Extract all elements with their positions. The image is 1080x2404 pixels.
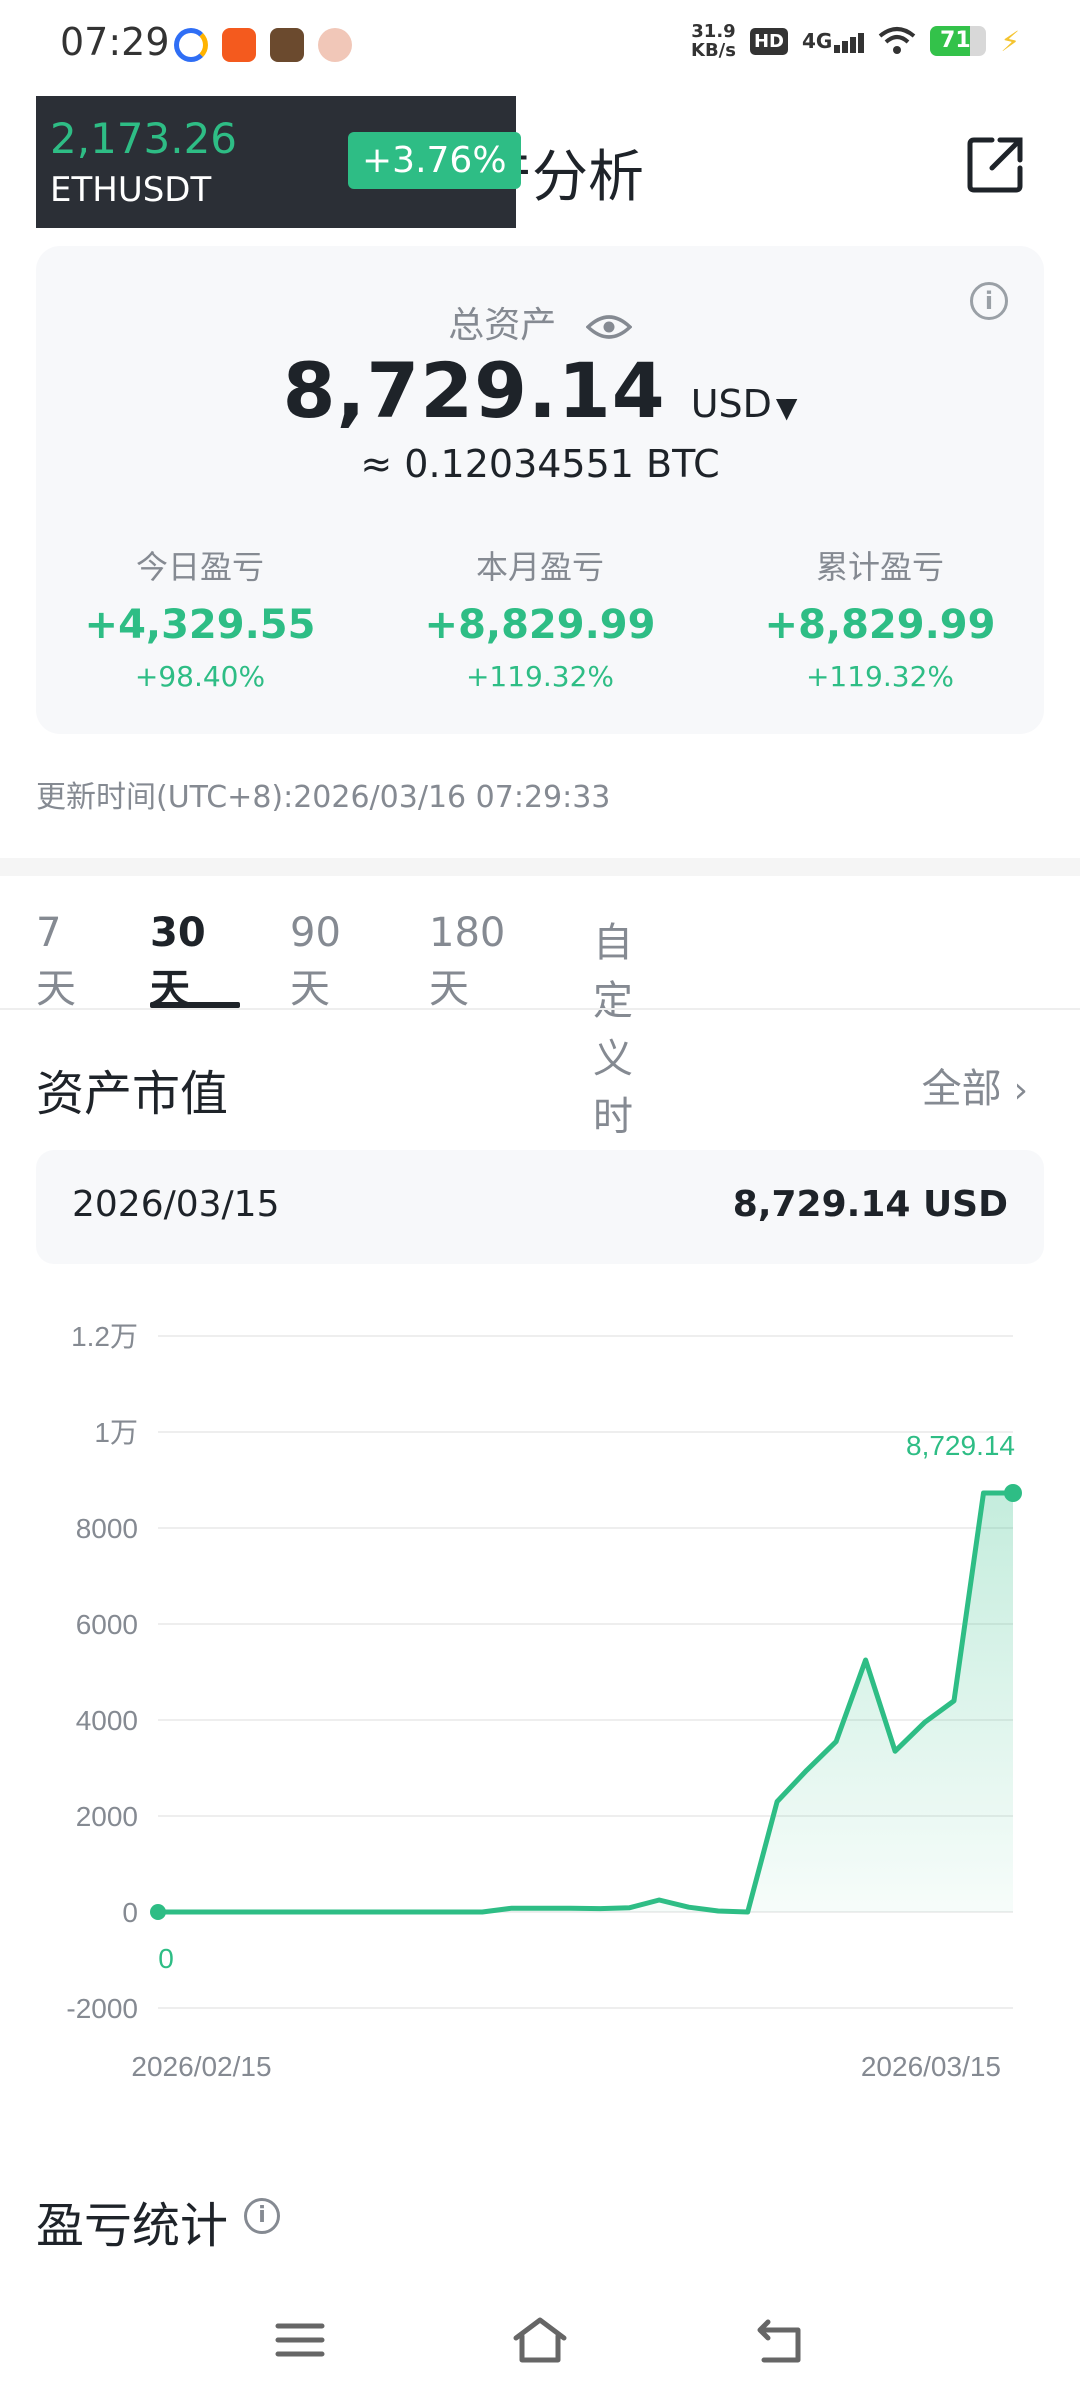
- system-nav-bar: [0, 2290, 1080, 2404]
- y-tick-label: 4000: [76, 1705, 138, 1736]
- pnl-cumulative: 累计盈亏 +8,829.99 +119.32%: [720, 542, 1040, 693]
- ticker-price: 2,173.26: [50, 114, 238, 163]
- caret-down-icon: ▼: [775, 391, 798, 424]
- tabs-divider: [0, 1008, 1080, 1010]
- btc-equivalent: ≈ 0.12034551 BTC: [360, 442, 720, 486]
- y-tick-label: -2000: [66, 1993, 138, 2024]
- back-icon[interactable]: [750, 2310, 810, 2370]
- battery-icon: 71: [930, 26, 987, 56]
- y-tick-label: 8000: [76, 1513, 138, 1544]
- app-notification-icon: [270, 28, 304, 62]
- x-tick-label: 2026/03/15: [861, 2051, 1001, 2082]
- info-icon[interactable]: i: [244, 2198, 280, 2234]
- ticker-symbol: ETHUSDT: [50, 170, 212, 210]
- share-icon[interactable]: [962, 130, 1030, 198]
- pnl-label: 本月盈亏: [475, 548, 604, 586]
- network-type: 4G: [801, 29, 833, 53]
- wifi-icon: [879, 27, 916, 54]
- total-assets-label: 总资产: [448, 305, 557, 346]
- pnl-today: 今日盈亏 +4,329.55 +98.40%: [40, 542, 360, 693]
- y-tick-label: 1万: [94, 1417, 138, 1448]
- all-link-label: 全部: [921, 1066, 1002, 1112]
- chevron-right-icon: ›: [1013, 1070, 1028, 1111]
- ticker-change-badge: +3.76%: [348, 132, 521, 189]
- y-tick-label: 2000: [76, 1801, 138, 1832]
- pnl-stats-title: 盈亏统计: [36, 2198, 229, 2254]
- x-tick-label: 2026/02/15: [131, 2051, 271, 2082]
- tab-180d[interactable]: 180天: [429, 910, 505, 1014]
- all-link[interactable]: 全部 ›: [922, 1056, 1028, 1114]
- currency-selector[interactable]: USD ▼: [691, 382, 798, 426]
- pnl-label: 今日盈亏: [135, 548, 264, 586]
- network-speed: 31.9 KB/s: [691, 22, 736, 60]
- tab-7d[interactable]: 7天: [36, 910, 76, 1014]
- tab-90d[interactable]: 90天: [290, 910, 341, 1014]
- start-value-label: 0: [158, 1943, 174, 1974]
- app-notification-icon: [318, 28, 352, 62]
- pnl-value: +8,829.99: [764, 602, 996, 648]
- market-value-title: 资产市值: [36, 1066, 229, 1122]
- pnl-value: +4,329.55: [84, 602, 316, 648]
- status-bar: 07:29 31.9 KB/s HD 4G 71 ⚡: [0, 0, 1080, 90]
- y-tick-label: 6000: [76, 1609, 138, 1640]
- end-point: [1004, 1484, 1022, 1503]
- total-assets-value: 8,729.14: [282, 346, 666, 435]
- pnl-percent: +119.32%: [805, 660, 955, 693]
- signal-icon: 4G: [801, 29, 865, 53]
- status-time: 07:29: [60, 20, 170, 64]
- pnl-label: 累计盈亏: [815, 548, 944, 586]
- notification-icons: [174, 28, 352, 62]
- pnl-percent: +98.40%: [134, 660, 266, 693]
- hd-icon: HD: [749, 27, 788, 55]
- tab-30d[interactable]: 30天: [150, 910, 206, 1014]
- app-notification-icon: [174, 28, 208, 62]
- section-divider: [0, 858, 1080, 876]
- total-assets-card: i 总资产 8,729.14 USD ▼ ≈ 0.12034551 BTC 今日盈…: [36, 246, 1044, 734]
- update-time: 更新时间(UTC+8):2026/03/16 07:29:33: [36, 780, 611, 815]
- selected-date: 2026/03/15: [72, 1184, 280, 1225]
- pnl-value: +8,829.99: [424, 602, 656, 648]
- pnl-month: 本月盈亏 +8,829.99 +119.32%: [380, 542, 700, 693]
- charging-icon: ⚡: [1000, 24, 1020, 58]
- selected-point-row: 2026/03/15 8,729.14 USD: [36, 1150, 1044, 1264]
- app-notification-icon: [222, 28, 256, 62]
- network-speed-unit: KB/s: [691, 40, 736, 61]
- value-area: [158, 1493, 1013, 1912]
- y-tick-label: 0: [122, 1897, 138, 1928]
- network-speed-value: 31.9: [691, 21, 736, 42]
- start-point: [150, 1904, 166, 1920]
- market-value-chart[interactable]: 1.2万 1万 8000 6000 4000 2000 0 -2000 0 8,729.14 202…: [0, 1300, 1080, 2100]
- end-value-label: 8,729.14: [906, 1430, 1015, 1461]
- y-tick-label: 1.2万: [71, 1321, 138, 1352]
- menu-icon[interactable]: [270, 2310, 330, 2370]
- pnl-percent: +119.32%: [465, 660, 615, 693]
- battery-level: 71: [940, 28, 971, 53]
- home-icon[interactable]: [510, 2310, 570, 2370]
- selected-value: 8,729.14 USD: [732, 1184, 1008, 1225]
- currency-label: USD: [690, 382, 772, 426]
- floating-price-ticker[interactable]: 2,173.26 ETHUSDT +3.76%: [36, 96, 521, 228]
- eye-icon[interactable]: [585, 313, 632, 341]
